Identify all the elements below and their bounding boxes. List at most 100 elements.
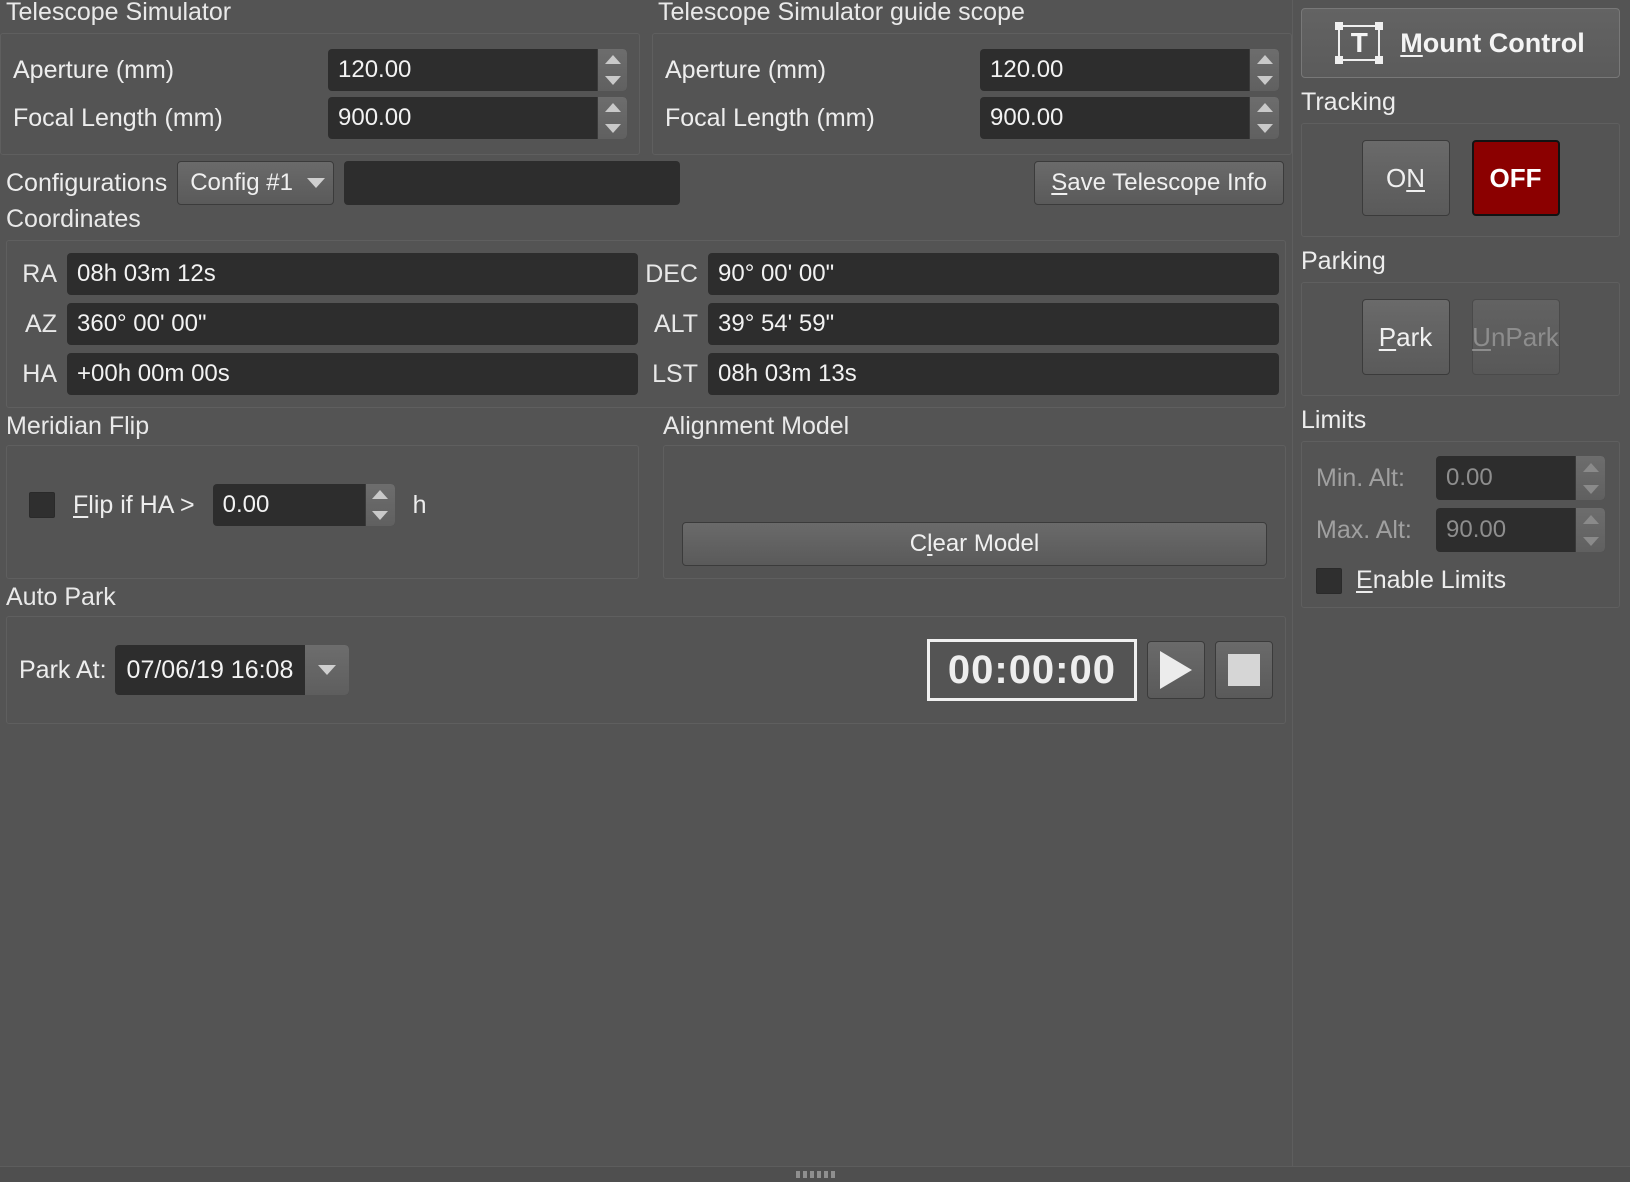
stop-timer-button[interactable] <box>1215 641 1273 699</box>
flip-if-ha-checkbox[interactable] <box>29 492 55 518</box>
guide-aperture-spin-buttons[interactable] <box>1249 49 1279 91</box>
primary-focal-spin-buttons[interactable] <box>597 97 627 139</box>
parking-buttons: Park UnPark <box>1302 293 1619 385</box>
guide-scope-title: Telescope Simulator guide scope <box>658 0 1025 26</box>
primary-focal-spinbox[interactable]: 900.00 <box>328 97 627 139</box>
alt-input[interactable]: 39° 54' 59" <box>708 303 1279 345</box>
max-alt-row: Max. Alt: 90.00 <box>1302 504 1619 556</box>
az-input[interactable]: 360° 00' 00" <box>67 303 638 345</box>
park-button[interactable]: Park <box>1361 299 1450 375</box>
min-alt-spin-buttons[interactable] <box>1575 456 1605 500</box>
spin-up-button[interactable] <box>1250 97 1279 118</box>
spin-up-button[interactable] <box>598 97 627 118</box>
primary-scope-group: Telescope Simulator Aperture (mm) 120.00 <box>0 0 640 155</box>
mount-control-panel: Telescope Simulator Aperture (mm) 120.00 <box>0 0 1630 1182</box>
start-timer-button[interactable] <box>1147 641 1205 699</box>
guide-focal-spinbox[interactable]: 900.00 <box>980 97 1279 139</box>
park-label: ark <box>1396 321 1433 352</box>
coordinates-row-ra-dec: RA 08h 03m 12s DEC 90° 00' 00" <box>13 249 1279 299</box>
primary-aperture-spin-buttons[interactable] <box>597 49 627 91</box>
spin-up-button[interactable] <box>1250 49 1279 70</box>
ha-input[interactable]: +00h 00m 00s <box>67 353 638 395</box>
spin-down-button[interactable] <box>1576 478 1605 500</box>
ra-input[interactable]: 08h 03m 12s <box>67 253 638 295</box>
splitter-grip-dots <box>795 1171 835 1178</box>
coordinates-title: Coordinates <box>6 205 141 233</box>
spin-up-button[interactable] <box>1576 456 1605 478</box>
park-at-dropdown-button[interactable] <box>305 645 350 695</box>
chevron-up-icon <box>1582 514 1599 524</box>
save-button-mnemonic: S <box>1051 169 1068 196</box>
guide-aperture-value[interactable]: 120.00 <box>980 49 1249 91</box>
enable-limits-row: Enable Limits <box>1302 556 1619 597</box>
chevron-down-icon <box>604 76 621 85</box>
tracking-on-label-pre: O <box>1385 162 1407 193</box>
flip-hours-spinbox[interactable]: 0.00 <box>212 484 395 526</box>
max-alt-value[interactable]: 90.00 <box>1436 508 1575 552</box>
dec-input[interactable]: 90° 00' 00" <box>708 253 1279 295</box>
spin-up-button[interactable] <box>598 49 627 70</box>
telescope-t-icon: T <box>1335 21 1384 65</box>
park-at-label: Park At: <box>19 655 107 684</box>
meridian-flip-box: Flip if HA > 0.00 h <box>6 445 639 579</box>
limits-box: Min. Alt: 0.00 Max. Alt: 90.00 Enable Li… <box>1301 441 1620 608</box>
meridian-flip-title: Meridian Flip <box>6 412 150 440</box>
min-alt-value[interactable]: 0.00 <box>1436 456 1575 500</box>
chevron-up-icon <box>604 55 621 64</box>
primary-aperture-spinbox[interactable]: 120.00 <box>328 49 627 91</box>
primary-aperture-row: Aperture (mm) 120.00 <box>13 46 627 94</box>
configurations-label: Configurations <box>6 168 168 197</box>
flip-if-ha-label: Flip if HA > <box>73 490 195 519</box>
save-telescope-info-button[interactable]: Save Telescope Info <box>1034 161 1284 205</box>
alignment-model-group: Alignment Model Cl ear Model <box>657 414 1292 579</box>
tracking-buttons: ON OFF <box>1302 134 1619 226</box>
clear-model-button[interactable]: Cl ear Model <box>682 522 1267 566</box>
mount-control-button[interactable]: T Mount Control <box>1301 8 1620 78</box>
primary-aperture-value[interactable]: 120.00 <box>328 49 597 91</box>
primary-focal-row: Focal Length (mm) 900.00 <box>13 94 627 142</box>
clear-model-label-post: ear Model <box>932 530 1040 557</box>
chevron-down-icon <box>604 124 621 133</box>
spin-up-button[interactable] <box>366 484 395 505</box>
park-at-datetime-input[interactable]: 07/06/19 16:08 <box>114 645 350 695</box>
primary-focal-value[interactable]: 900.00 <box>328 97 597 139</box>
guide-focal-row: Focal Length (mm) 900.00 <box>665 94 1279 142</box>
configuration-name-input[interactable] <box>343 161 680 205</box>
guide-focal-value[interactable]: 900.00 <box>980 97 1249 139</box>
max-alt-spinbox[interactable]: 90.00 <box>1436 508 1605 552</box>
spin-down-button[interactable] <box>1576 530 1605 552</box>
spin-down-button[interactable] <box>366 505 395 526</box>
tracking-title: Tracking <box>1301 88 1396 116</box>
alt-label: ALT <box>654 309 698 338</box>
primary-scope-box: Aperture (mm) 120.00 Focal Length (mm) 9… <box>0 33 640 155</box>
chevron-down-icon <box>1256 76 1273 85</box>
panel-splitter-handle[interactable] <box>0 1166 1630 1182</box>
guide-aperture-row: Aperture (mm) 120.00 <box>665 46 1279 94</box>
guide-scope-box: Aperture (mm) 120.00 Focal Length (mm) 9… <box>652 33 1292 155</box>
spin-down-button[interactable] <box>1250 118 1279 139</box>
chevron-up-icon <box>604 103 621 112</box>
unpark-button[interactable]: UnPark <box>1471 299 1560 375</box>
flip-hours-value[interactable]: 0.00 <box>213 484 365 526</box>
guide-focal-label: Focal Length (mm) <box>665 103 875 132</box>
spin-down-button[interactable] <box>598 118 627 139</box>
guide-aperture-spinbox[interactable]: 120.00 <box>980 49 1279 91</box>
configuration-select-value: Config #1 <box>190 169 293 196</box>
spin-down-button[interactable] <box>598 70 627 91</box>
configuration-select[interactable]: Config #1 <box>177 161 334 205</box>
guide-focal-spin-buttons[interactable] <box>1249 97 1279 139</box>
tracking-on-button[interactable]: ON <box>1361 140 1450 216</box>
min-alt-spinbox[interactable]: 0.00 <box>1436 456 1605 500</box>
max-alt-spin-buttons[interactable] <box>1575 508 1605 552</box>
enable-limits-checkbox[interactable] <box>1316 567 1342 594</box>
lst-input[interactable]: 08h 03m 13s <box>708 353 1279 395</box>
park-at-control: Park At: 07/06/19 16:08 <box>19 645 350 695</box>
spin-down-button[interactable] <box>1250 70 1279 91</box>
flip-hours-spin-buttons[interactable] <box>364 484 395 526</box>
park-at-value[interactable]: 07/06/19 16:08 <box>115 645 306 695</box>
chevron-up-icon <box>1582 462 1599 472</box>
tracking-off-button[interactable]: OFF <box>1471 140 1560 216</box>
guide-scope-group: Telescope Simulator guide scope Aperture… <box>652 0 1292 155</box>
park-mnemonic: P <box>1378 321 1397 352</box>
spin-up-button[interactable] <box>1576 508 1605 530</box>
